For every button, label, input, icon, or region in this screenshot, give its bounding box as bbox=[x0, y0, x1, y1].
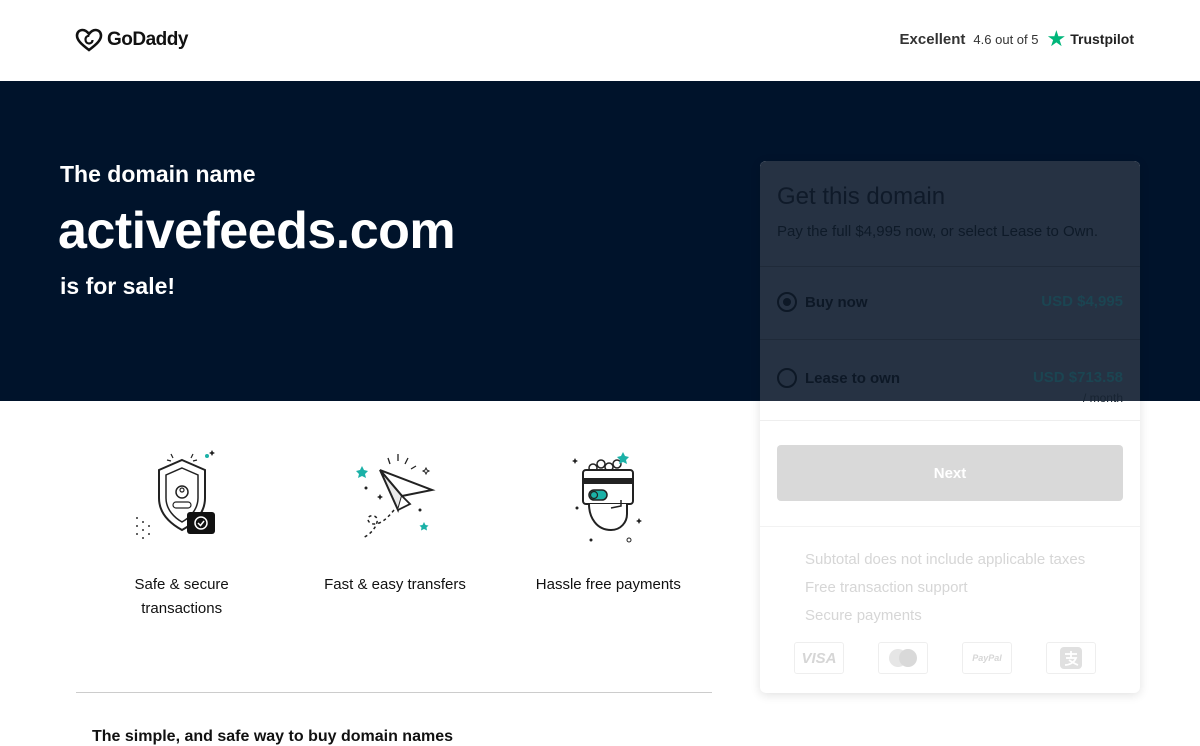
note-secure: Secure payments bbox=[805, 607, 922, 624]
buy-now-price: USD $4,995 bbox=[1041, 293, 1123, 310]
feature-fast: Fast & easy transfers bbox=[288, 440, 501, 621]
buy-now-label: Buy now bbox=[805, 294, 868, 311]
card-subtitle: Pay the full $4,995 now, or select Lease… bbox=[777, 223, 1099, 240]
card-separator bbox=[760, 526, 1140, 527]
hero-for-sale: is for sale! bbox=[60, 273, 176, 299]
card-separator bbox=[760, 266, 1140, 267]
card-hand-icon bbox=[502, 440, 715, 555]
lease-period: / month bbox=[1082, 391, 1123, 405]
feature-label-payments: Hassle free payments bbox=[535, 576, 681, 593]
visa-icon: VISA bbox=[794, 642, 844, 674]
note-taxes: Subtotal does not include applicable tax… bbox=[805, 551, 1086, 568]
card-title: Get this domain bbox=[777, 183, 946, 210]
paypal-icon: PayPal bbox=[962, 642, 1012, 674]
payment-methods: VISA PayPal bbox=[794, 642, 1096, 674]
shield-icon bbox=[75, 440, 288, 555]
godaddy-logo[interactable]: GoDaddy bbox=[75, 28, 188, 52]
hero-intro: The domain name bbox=[60, 161, 256, 187]
lease-price: USD $713.58 bbox=[1032, 369, 1123, 386]
radio-selected-dot bbox=[783, 298, 791, 306]
paper-plane-icon bbox=[288, 440, 501, 555]
option-buy-now[interactable]: Buy now USD $4,995 bbox=[777, 292, 1123, 332]
brand-name: GoDaddy bbox=[107, 29, 188, 50]
feature-safe: Safe & secure transactions bbox=[75, 440, 288, 621]
card-separator bbox=[760, 339, 1140, 340]
option-lease-to-own[interactable]: Lease to own USD $713.58 / month bbox=[777, 368, 1123, 408]
next-button[interactable]: Next bbox=[777, 445, 1123, 501]
rating-word: Excellent bbox=[899, 30, 966, 48]
paypal-label: PayPal bbox=[972, 653, 1002, 663]
feature-label-safe: Safe & secure transactions bbox=[134, 576, 229, 617]
top-header: GoDaddy Excellent 4.6 out of 5 ★ Trustpi… bbox=[0, 0, 1200, 81]
godaddy-heart-icon bbox=[75, 28, 103, 52]
lease-radio[interactable] bbox=[777, 368, 797, 388]
lease-label: Lease to own bbox=[805, 370, 901, 387]
feature-label-fast: Fast & easy transfers bbox=[324, 576, 466, 593]
bottom-heading: The simple, and safe way to buy domain n… bbox=[92, 728, 453, 745]
trustpilot-label: Trustpilot bbox=[1070, 31, 1134, 47]
purchase-card: Get this domain Pay the full $4,995 now,… bbox=[760, 161, 1140, 693]
features-row: Safe & secure transactions Fast & easy t… bbox=[75, 440, 715, 621]
trustpilot-star-icon: ★ bbox=[1046, 26, 1067, 51]
buy-now-radio[interactable] bbox=[777, 292, 797, 312]
alipay-icon bbox=[1046, 642, 1096, 674]
card-separator bbox=[760, 420, 1140, 421]
mastercard-icon bbox=[878, 642, 928, 674]
feature-payments: Hassle free payments bbox=[502, 440, 715, 621]
visa-label: VISA bbox=[801, 649, 837, 667]
section-divider bbox=[76, 692, 712, 693]
note-support: Free transaction support bbox=[805, 579, 968, 596]
rating-score: 4.6 out of 5 bbox=[973, 31, 1039, 47]
trustpilot-rating[interactable]: Excellent 4.6 out of 5 ★ Trustpilot bbox=[899, 26, 1134, 51]
domain-name: activefeeds.com bbox=[58, 202, 456, 260]
